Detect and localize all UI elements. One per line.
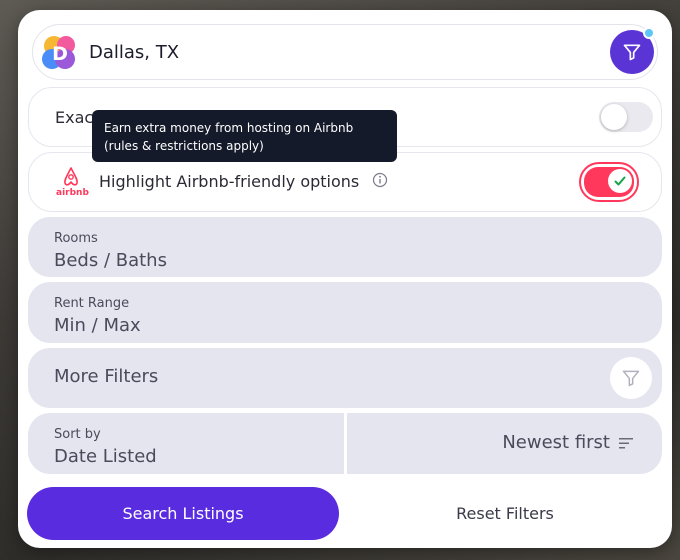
rent-range-label: Rent Range [54,296,130,311]
filter-icon [622,370,640,387]
toggle-track [584,167,634,197]
more-filters-field[interactable]: More Filters [28,348,662,408]
sort-order-field[interactable]: Newest first [347,413,662,474]
svg-text:D: D [52,43,68,65]
filter-panel: D Dallas, TX Exac airbnb Highlight Airbn… [18,10,672,548]
search-listings-button[interactable]: Search Listings [27,487,339,540]
rooms-value: Beds / Baths [54,250,167,271]
airbnb-option-label: Highlight Airbnb-friendly options [99,172,360,191]
sort-order: Newest first [502,432,634,453]
airbnb-wordmark: airbnb [56,188,89,198]
more-filters-button[interactable] [610,357,652,399]
filter-icon [623,44,641,61]
location-search-bar[interactable]: D Dallas, TX [32,24,658,80]
rooms-field[interactable]: Rooms Beds / Baths [28,217,662,277]
reset-filters-button[interactable]: Reset Filters [370,487,640,540]
airbnb-logo: airbnb [53,166,89,200]
airbnb-toggle[interactable] [579,162,639,202]
sort-lines-icon [619,437,633,448]
sort-by-value: Date Listed [54,446,157,467]
sort-by-field[interactable]: Sort by Date Listed [28,413,344,474]
more-filters-label: More Filters [54,366,159,387]
rent-range-field[interactable]: Rent Range Min / Max [28,282,662,343]
airbnb-info-tooltip: Earn extra money from hosting on Airbnb … [92,110,397,162]
sort-by-label: Sort by [54,427,101,442]
rooms-label: Rooms [54,231,98,246]
filter-button[interactable] [610,27,655,74]
toggle-knob [608,169,632,193]
filter-active-badge [643,27,655,39]
app-logo-icon: D [42,36,75,69]
airbnb-logo-icon [64,167,78,186]
exact-match-label: Exac [55,108,94,127]
location-value[interactable]: Dallas, TX [89,42,179,63]
info-icon[interactable] [372,172,388,188]
toggle-knob [601,104,627,130]
sort-order-value: Newest first [502,432,610,453]
exact-match-toggle[interactable] [599,102,653,132]
check-icon [614,176,626,186]
rent-range-value: Min / Max [54,315,141,336]
